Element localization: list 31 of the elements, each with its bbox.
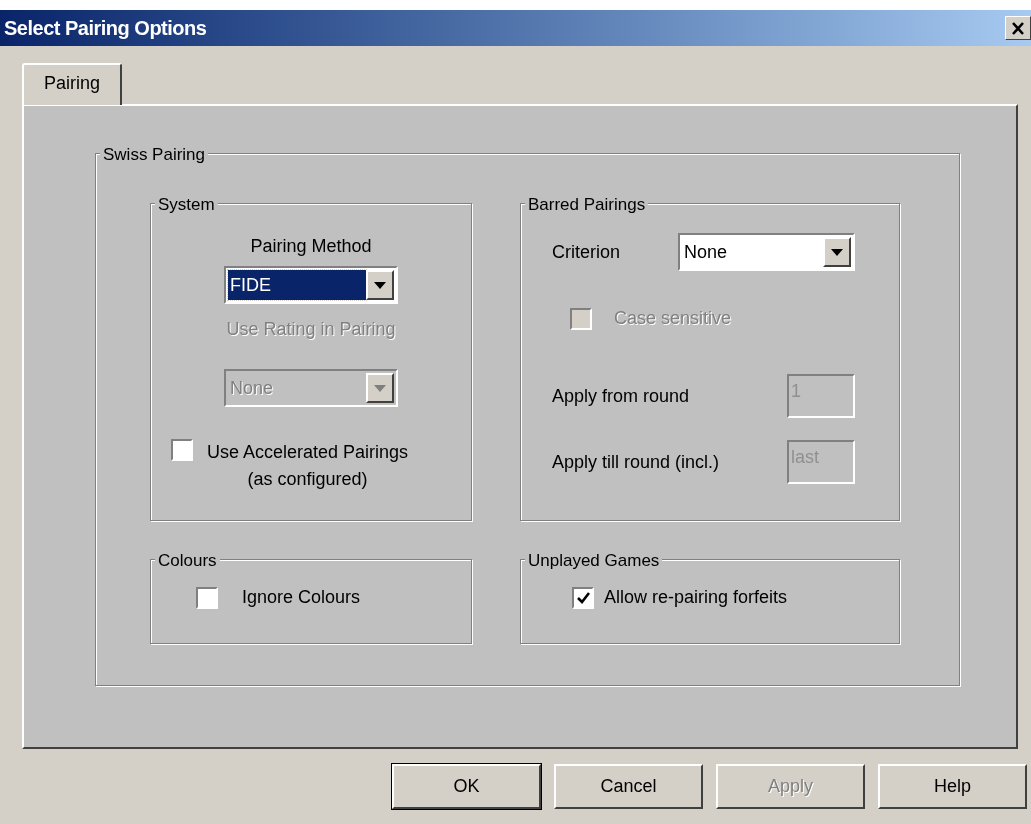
checkbox[interactable] (171, 439, 193, 461)
dropdown-value: None (229, 376, 275, 400)
dialog-button[interactable]: OK (392, 764, 541, 809)
field-label: Criterion (552, 240, 621, 264)
checkbox-label: Case sensitive (614, 307, 732, 330)
dropdown-value: FIDE (228, 270, 366, 300)
close-icon (1011, 21, 1025, 35)
caret-icon (374, 384, 386, 392)
checkbox-label: (as configured) (247, 468, 368, 491)
field-label: Apply till round (incl.) (552, 450, 720, 474)
checkbox-label: Allow re-pairing forfeits (604, 586, 788, 609)
field-label: Use Rating in Pairing (226, 318, 396, 341)
window-title: Select Pairing Options (4, 16, 207, 41)
caret-icon (831, 248, 843, 256)
field-label: Pairing Method (250, 235, 372, 258)
dropdown-value: None (683, 240, 729, 264)
check-icon (576, 592, 590, 604)
checkbox[interactable] (196, 587, 218, 609)
checkbox-label: Ignore Colours (242, 586, 361, 609)
caret-icon (374, 281, 386, 289)
checkbox-label: Use Accelerated Pairings (207, 441, 409, 464)
checkbox[interactable] (572, 587, 594, 609)
dialog-button[interactable]: Help (878, 764, 1027, 809)
tab[interactable]: Pairing (22, 63, 122, 105)
dropdown-arrow-button[interactable] (823, 237, 851, 267)
dropdown[interactable]: FIDE (224, 266, 398, 304)
dialog-button[interactable]: Cancel (554, 764, 703, 809)
close-button[interactable] (1005, 16, 1031, 40)
field-label: Apply from round (552, 384, 690, 408)
dropdown-arrow-button[interactable] (366, 270, 394, 300)
dropdown[interactable]: None (678, 233, 855, 271)
